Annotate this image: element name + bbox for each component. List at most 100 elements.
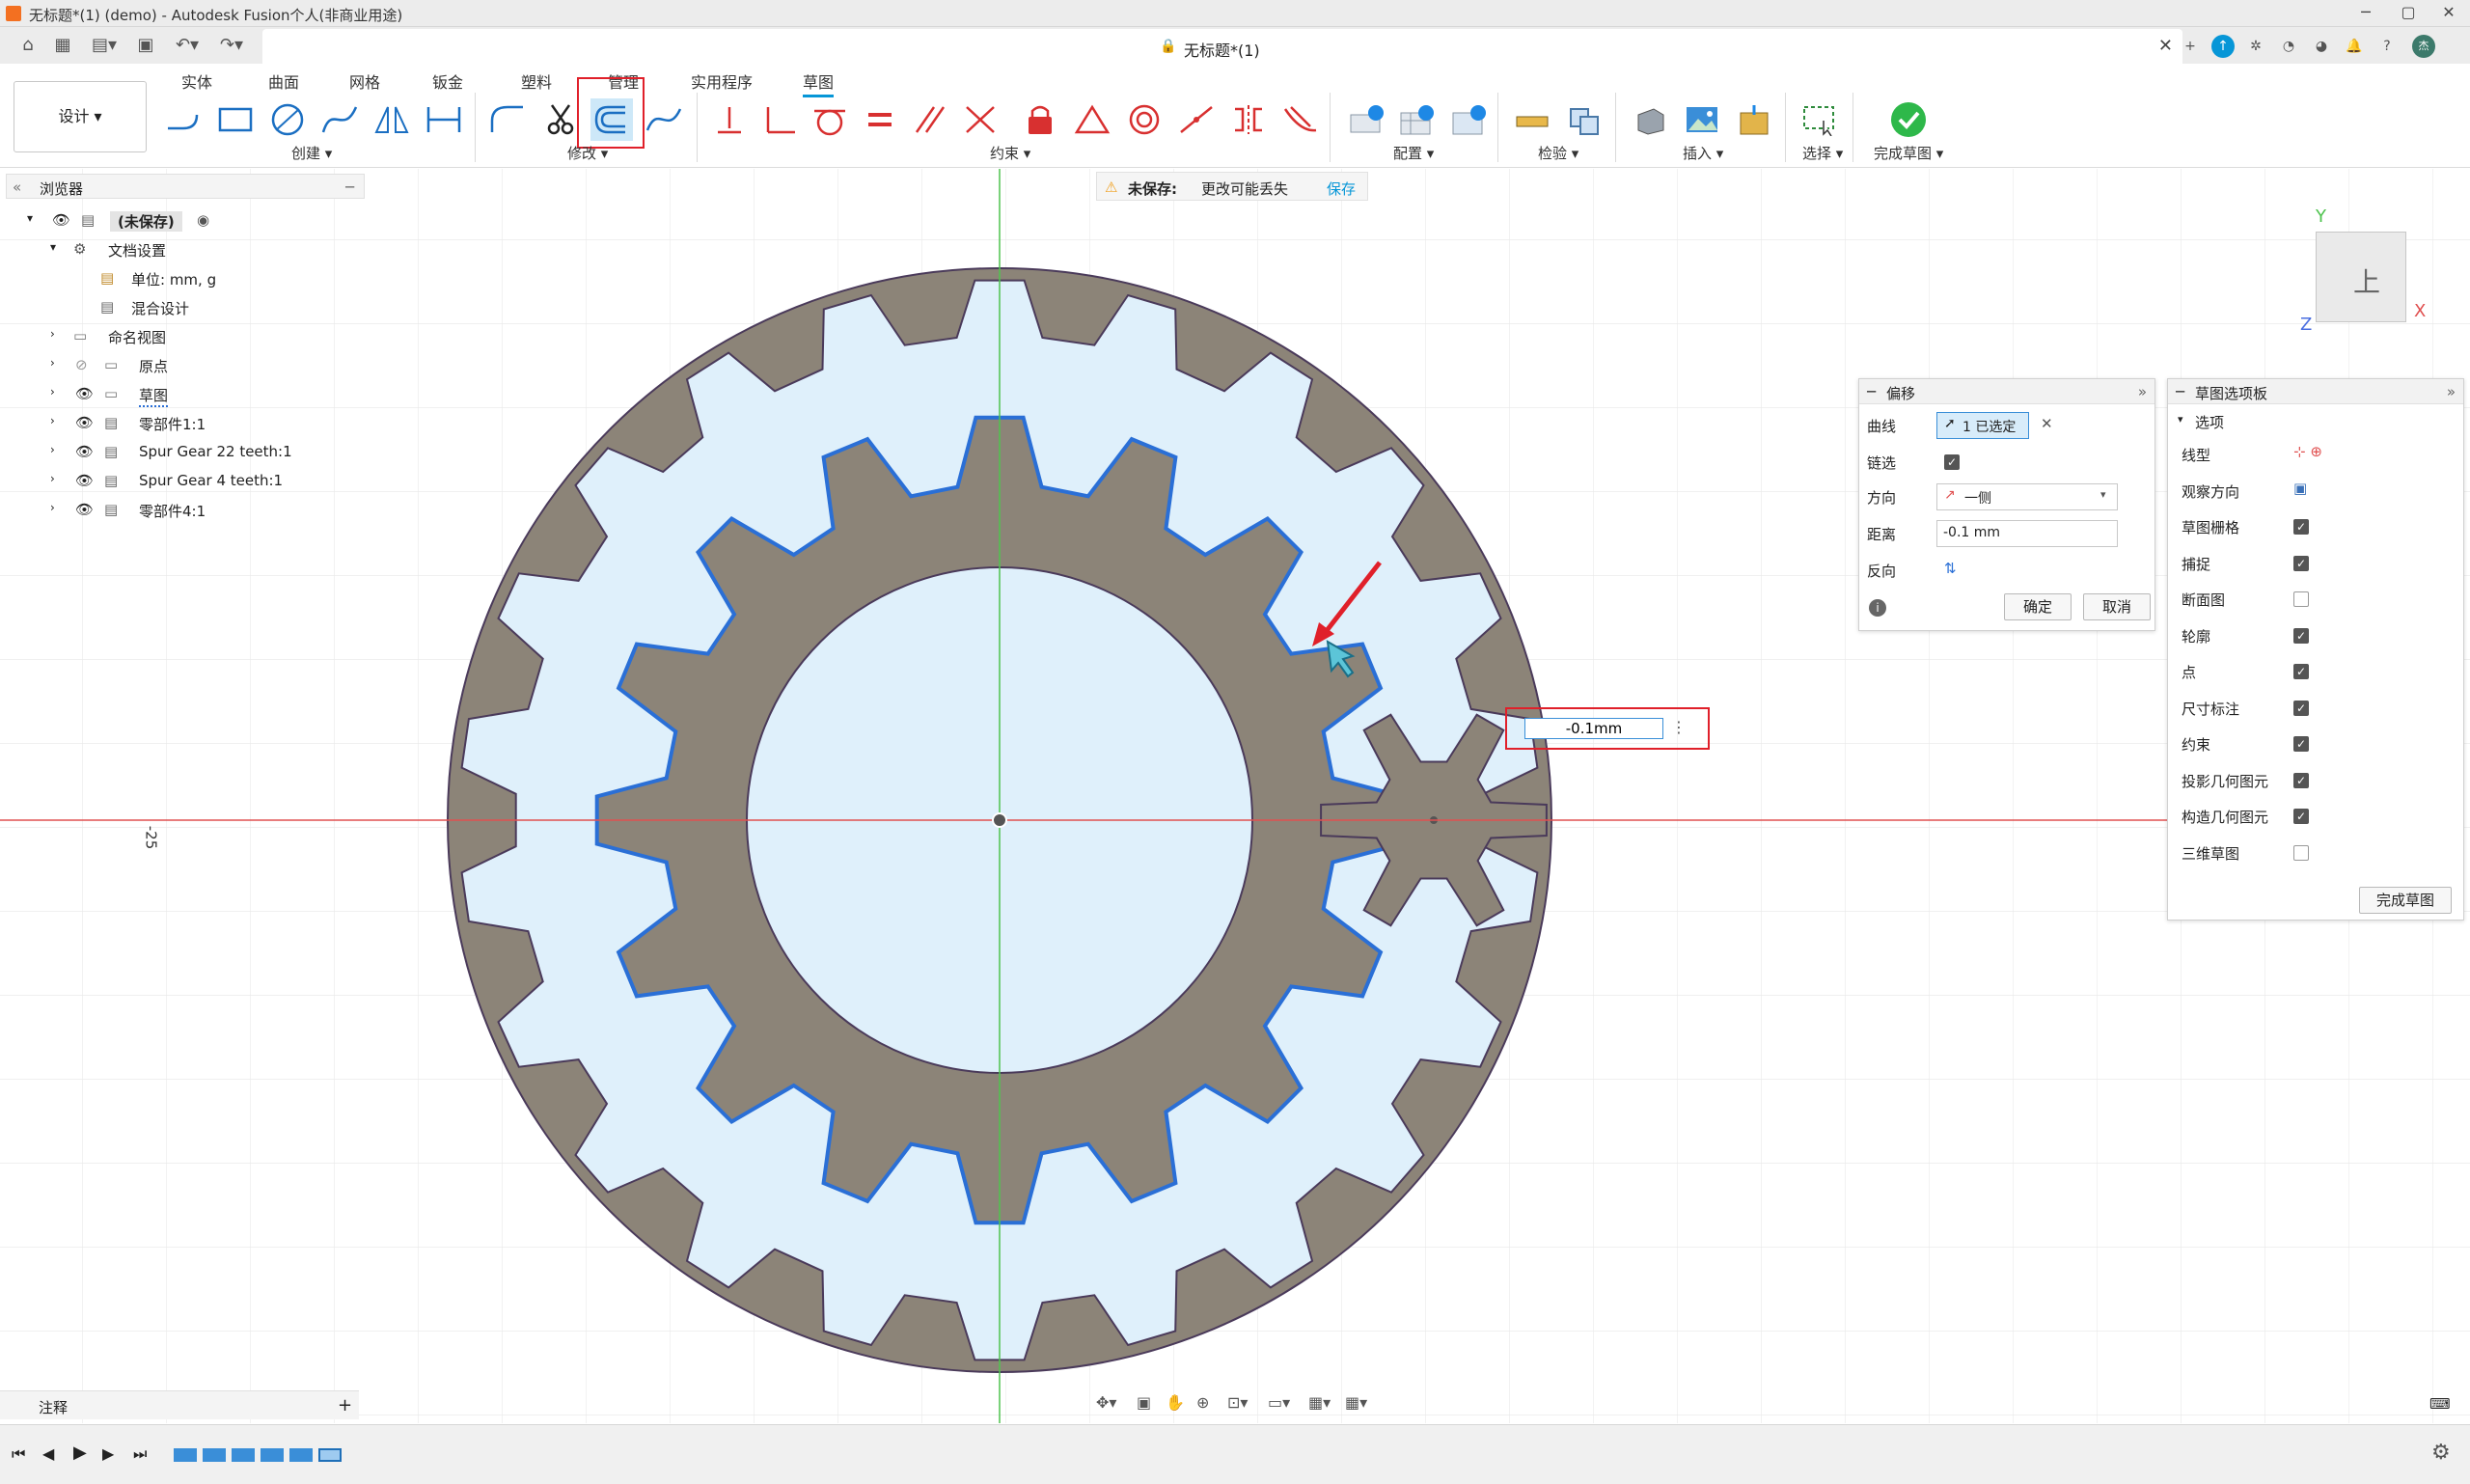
dimension-tool-icon[interactable] (423, 98, 465, 141)
gear-sketch-drawing[interactable] (0, 169, 2470, 1423)
redo-icon[interactable]: ↷▾ (212, 35, 251, 56)
select-window-icon[interactable] (1798, 98, 1841, 141)
zoom-icon[interactable]: ⊕ (1196, 1393, 1209, 1412)
more-options-icon[interactable]: ⋮ (1671, 718, 1687, 736)
clear-selection-icon[interactable]: ✕ (2041, 415, 2053, 432)
timeline-feature[interactable] (232, 1448, 255, 1462)
fit-icon[interactable]: ⊡▾ (1227, 1393, 1248, 1412)
timeline-feature[interactable] (318, 1448, 342, 1462)
eye-icon[interactable]: 👁 (75, 472, 94, 489)
document-tab[interactable]: 🔒 无标题*(1) ✕ (262, 29, 2182, 64)
circle-tool-icon[interactable] (266, 98, 309, 141)
palette-checkbox[interactable]: ✓ (2293, 519, 2309, 535)
ok-button[interactable]: 确定 (2004, 593, 2072, 620)
insert-canvas-image-icon[interactable] (1681, 98, 1723, 141)
orbit-icon[interactable]: ✥▾ (1096, 1393, 1116, 1412)
viewports-icon[interactable]: ▦▾ (1345, 1393, 1367, 1412)
direction-dropdown[interactable]: 一侧 (1936, 483, 2118, 510)
eye-icon[interactable]: 👁 (52, 211, 70, 229)
modify-group-label[interactable]: 修改 ▾ (567, 143, 608, 163)
palette-checkbox[interactable]: ✓ (2293, 809, 2309, 824)
timeline-feature[interactable] (203, 1448, 226, 1462)
workspace-switcher[interactable]: 设计 ▾ (14, 81, 147, 152)
timeline-features[interactable] (174, 1443, 367, 1471)
rectangle-tool-icon[interactable] (214, 98, 257, 141)
job-status-icon[interactable]: ◔ (2277, 35, 2300, 58)
tree-item-component1[interactable]: › 👁 ▤ 零部件1:1 (6, 409, 365, 436)
configure-group-label[interactable]: 配置 ▾ (1393, 143, 1434, 163)
minimize-button[interactable]: ─ (2346, 2, 2385, 23)
go-to-end-icon[interactable]: ⏭ (133, 1444, 147, 1464)
select-group-label[interactable]: 选择 ▾ (1802, 143, 1843, 163)
palette-checkbox[interactable] (2293, 591, 2309, 607)
trim-scissors-icon[interactable] (538, 98, 581, 141)
distance-input[interactable]: -0.1 mm (1936, 520, 2118, 547)
sketch-canvas[interactable]: -25 (0, 169, 2470, 1423)
configure-table-icon[interactable] (1345, 98, 1387, 141)
play-icon[interactable]: ▶ (73, 1443, 87, 1463)
minimize-browser-icon[interactable]: ─ (345, 179, 354, 196)
inspect-group-label[interactable]: 检验 ▾ (1538, 143, 1578, 163)
close-tab-icon[interactable]: ✕ (2158, 36, 2173, 56)
offset-dimension-input[interactable] (1524, 718, 1663, 739)
fillet-tool-icon[interactable] (486, 98, 529, 141)
midpoint-constraint-icon[interactable] (1175, 98, 1218, 141)
tree-item-units[interactable]: ▤ 单位: mm, g (6, 264, 365, 291)
eye-icon[interactable]: 👁 (75, 385, 94, 402)
parallel-constraint-icon[interactable] (909, 98, 951, 141)
look-at-icon[interactable]: ▣ (1137, 1393, 1151, 1412)
step-forward-icon[interactable]: ▶ (102, 1444, 114, 1463)
measure-icon[interactable] (1511, 98, 1553, 141)
step-back-icon[interactable]: ◀ (42, 1444, 54, 1463)
perpendicular-constraint-icon[interactable] (758, 98, 801, 141)
symmetry-constraint-icon[interactable] (1227, 98, 1270, 141)
go-to-start-icon[interactable]: ⏮ (12, 1444, 25, 1464)
tree-item-doc-settings[interactable]: ▾ ⚙ 文档设置 (6, 235, 365, 262)
hidden-eye-icon[interactable]: ⊘ (75, 356, 88, 373)
timeline-feature[interactable] (289, 1448, 313, 1462)
curvature-constraint-icon[interactable] (1279, 98, 1322, 141)
save-link[interactable]: 保存 (1327, 179, 1356, 199)
collapse-icon[interactable]: ─ (1867, 383, 1876, 400)
tree-root[interactable]: ▾ 👁 ▤ (未保存) ◉ (6, 206, 365, 234)
tab-sheet-metal[interactable]: 钣金 (432, 69, 463, 93)
coincident-constraint-icon[interactable] (708, 98, 751, 141)
line-tool-icon[interactable] (162, 98, 205, 141)
tree-item-component4[interactable]: › 👁 ▤ 零部件4:1 (6, 496, 365, 523)
tab-utilities[interactable]: 实用程序 (691, 69, 753, 93)
palette-checkbox[interactable] (2293, 844, 2309, 861)
mirror-tool-icon[interactable] (370, 98, 413, 141)
concentric-constraint-icon[interactable] (1123, 98, 1166, 141)
eye-icon[interactable]: 👁 (75, 414, 94, 431)
tab-surface[interactable]: 曲面 (268, 69, 299, 93)
tangent-constraint-icon[interactable] (809, 98, 851, 141)
triangle-constraint-icon[interactable] (1071, 98, 1113, 141)
create-group-label[interactable]: 创建 ▾ (291, 143, 332, 163)
interference-icon[interactable] (1563, 98, 1606, 141)
configure-grid-icon[interactable] (1395, 98, 1438, 141)
collapse-icon[interactable]: ─ (2176, 383, 2184, 400)
close-window-button[interactable]: ✕ (2429, 2, 2468, 23)
activate-radio-icon[interactable]: ◉ (197, 211, 209, 229)
insert-mcmaster-icon[interactable] (1733, 98, 1775, 141)
perpendicular-x-constraint-icon[interactable] (959, 98, 1002, 141)
info-icon[interactable]: i (1869, 599, 1886, 617)
palette-checkbox[interactable]: ✓ (2293, 772, 2309, 788)
grid-snap-icon[interactable]: ▦▾ (1308, 1393, 1331, 1412)
linetype-icon[interactable]: ⊹ ⊕ (2293, 443, 2322, 460)
collapse-browser-icon[interactable]: « (13, 179, 21, 196)
configure-image-icon[interactable] (1447, 98, 1490, 141)
tab-sketch[interactable]: 草图 (803, 69, 835, 97)
display-settings-icon[interactable]: ▭▾ (1268, 1393, 1290, 1412)
save-icon[interactable]: ▣ (133, 35, 158, 56)
notification-icon[interactable]: 🔔 (2343, 35, 2366, 58)
finish-sketch-group-label[interactable]: 完成草图 ▾ (1874, 143, 1943, 163)
tree-item-spur-gear-22[interactable]: › 👁 ▤ Spur Gear 22 teeth:1 (6, 438, 365, 465)
palette-checkbox[interactable]: ✓ (2293, 700, 2309, 716)
help-icon[interactable]: ? (2375, 35, 2399, 58)
user-avatar[interactable]: 杰 (2412, 35, 2435, 58)
expand-icon[interactable]: » (2138, 383, 2147, 400)
options-section[interactable]: ▾ 选项 (2168, 406, 2463, 437)
tree-item-hybrid-design[interactable]: ▤ 混合设计 (6, 293, 365, 320)
chain-select-checkbox[interactable]: ✓ (1944, 454, 1960, 470)
